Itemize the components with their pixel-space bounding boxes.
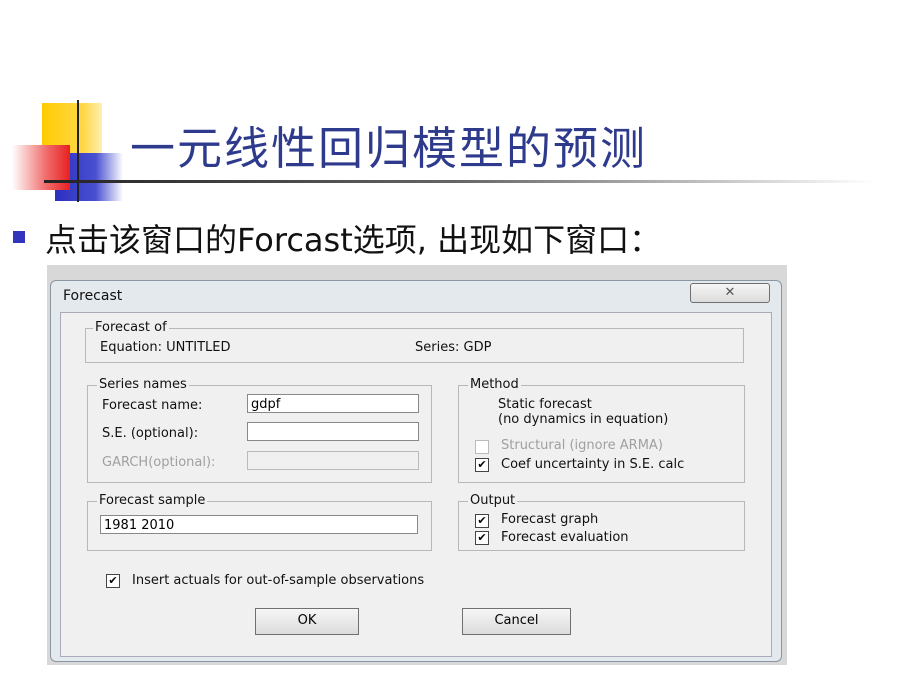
forecast-graph-label: Forecast graph <box>501 512 599 527</box>
bullet-bold: Forcast <box>237 221 353 259</box>
coef-uncertainty-label: Coef uncertainty in S.E. calc <box>501 457 685 472</box>
dialog-body <box>60 312 772 657</box>
forecast-of-legend: Forecast of <box>93 320 169 335</box>
series-names-legend: Series names <box>97 377 189 392</box>
bullet-icon <box>13 231 25 243</box>
slide-title: 一元线性回归模型的预测 <box>130 122 648 175</box>
forecast-graph-checkbox[interactable]: ✔ <box>475 514 489 528</box>
method-static-note: (no dynamics in equation) <box>498 412 669 427</box>
forecast-sample-input[interactable]: 1981 2010 <box>100 515 418 534</box>
bullet-pre: 点击该窗口的 <box>45 221 238 259</box>
se-input[interactable] <box>247 422 419 441</box>
series-label: Series: GDP <box>415 340 492 355</box>
close-button[interactable]: ✕ <box>690 283 770 303</box>
cancel-button[interactable]: Cancel <box>462 608 571 635</box>
structural-label: Structural (ignore ARMA) <box>501 438 663 453</box>
garch-label: GARCH(optional): <box>102 455 216 470</box>
close-icon: ✕ <box>724 285 736 300</box>
garch-input[interactable] <box>247 451 419 470</box>
bullet-post: 选项, 出现如下窗口： <box>352 221 662 259</box>
insert-actuals-checkbox[interactable]: ✔ <box>106 574 120 588</box>
method-legend: Method <box>468 377 521 392</box>
structural-checkbox[interactable] <box>475 440 489 454</box>
forecast-evaluation-checkbox[interactable]: ✔ <box>475 531 489 545</box>
dialog-title: Forecast <box>63 288 123 304</box>
insert-actuals-label: Insert actuals for out-of-sample observa… <box>132 573 425 588</box>
forecast-name-label: Forecast name: <box>102 398 203 413</box>
output-legend: Output <box>468 493 518 508</box>
red-square <box>12 145 70 190</box>
forecast-name-input[interactable]: gdpf <box>247 394 419 413</box>
equation-label: Equation: UNTITLED <box>100 340 231 355</box>
title-underline <box>44 180 874 183</box>
ok-button[interactable]: OK <box>255 608 359 635</box>
se-label: S.E. (optional): <box>102 426 199 441</box>
method-static: Static forecast <box>498 397 592 412</box>
vertical-line <box>77 100 79 202</box>
bullet-text: 点击该窗口的Forcast选项, 出现如下窗口： <box>45 215 661 261</box>
coef-uncertainty-checkbox[interactable]: ✔ <box>475 458 489 472</box>
forecast-evaluation-label: Forecast evaluation <box>501 530 629 545</box>
forecast-sample-legend: Forecast sample <box>97 493 208 508</box>
